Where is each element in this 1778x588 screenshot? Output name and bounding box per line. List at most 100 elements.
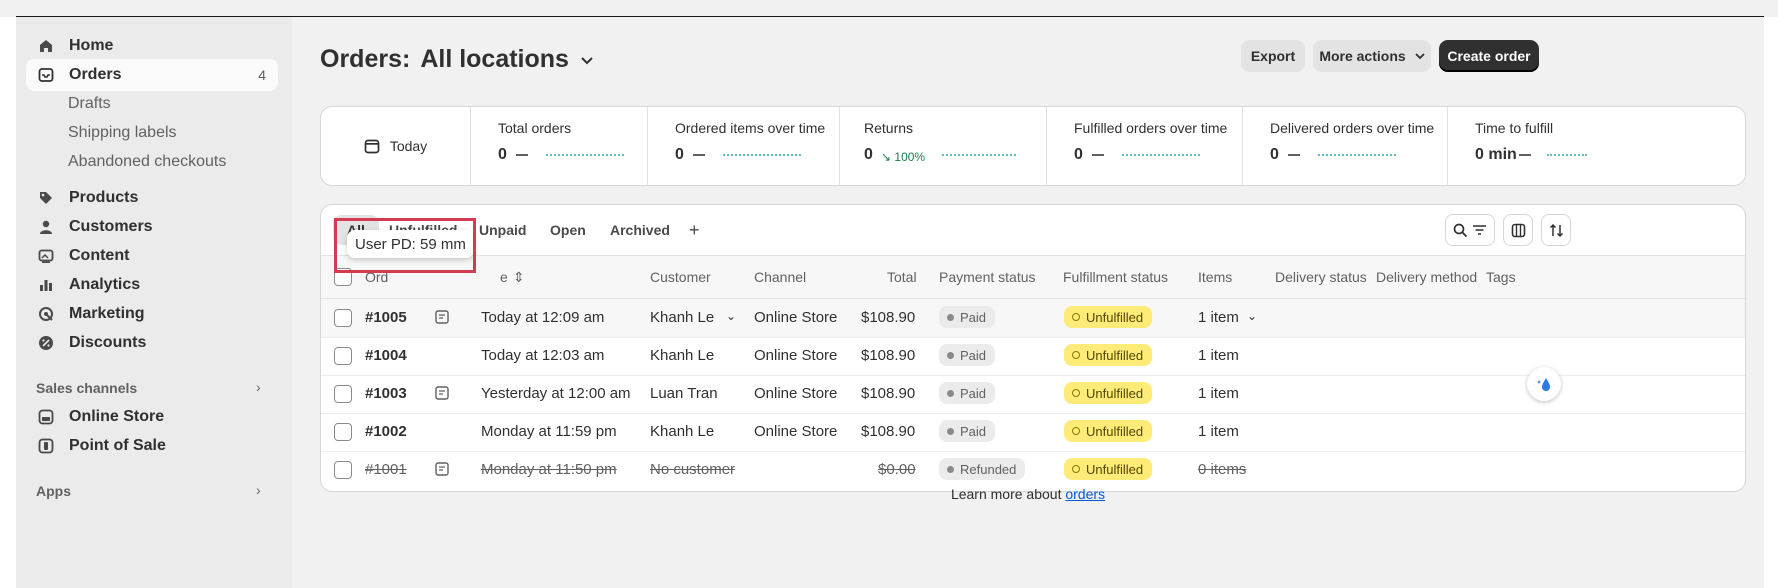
sidebar-sub-shipping-labels[interactable]: Shipping labels (68, 124, 177, 142)
row-checkbox[interactable] (334, 461, 352, 479)
metric-value: 0 min (1475, 146, 1517, 163)
sidebar-sub-drafts[interactable]: Drafts (68, 95, 111, 113)
fulfillment-status-badge: Unfulfilled (1064, 306, 1153, 328)
tab-archived[interactable]: Archived (610, 215, 670, 245)
tab-unpaid[interactable]: Unpaid (479, 215, 526, 245)
status-dot-icon (1072, 351, 1080, 359)
items-count[interactable]: 1 item (1198, 309, 1239, 326)
tab-open[interactable]: Open (550, 215, 586, 245)
items-count[interactable]: 1 item (1198, 423, 1239, 440)
metric-value: 0 (675, 146, 684, 163)
row-checkbox[interactable] (334, 423, 352, 441)
status-dot-icon (947, 465, 954, 473)
header-payment-status[interactable]: Payment status (939, 269, 1036, 285)
header-total[interactable]: Total (887, 269, 917, 285)
note-icon[interactable] (435, 310, 449, 328)
order-number[interactable]: #1005 (365, 309, 407, 326)
columns-button[interactable] (1503, 214, 1533, 246)
chevron-down-icon[interactable]: ⌄ (1247, 309, 1257, 323)
status-dot-icon (1072, 389, 1080, 397)
metric-label: Fulfilled orders over time (1074, 120, 1228, 136)
customer-name[interactable]: Khanh Le (650, 423, 714, 440)
metric-label: Ordered items over time (675, 120, 826, 136)
filter-icon (1472, 224, 1487, 236)
order-number[interactable]: #1002 (365, 423, 407, 440)
metric-time-to-fulfill[interactable]: Time to fulfill 0 min (1447, 107, 1745, 185)
customer-name: No customer (650, 461, 736, 478)
apps-heading[interactable]: Apps (36, 483, 71, 499)
sidebar-item-products[interactable]: Products (26, 182, 278, 214)
chevron-right-icon[interactable]: › (256, 379, 261, 395)
header-items[interactable]: Items (1198, 269, 1232, 285)
sidebar-item-customers[interactable]: Customers (26, 211, 278, 243)
order-number[interactable]: #1003 (365, 385, 407, 402)
header-date[interactable]: e (500, 269, 508, 285)
metric-value: 0 (864, 146, 873, 163)
payment-status-badge: Refunded (939, 458, 1026, 480)
order-total: $108.90 (861, 347, 916, 364)
metric-value: 0 (1074, 146, 1083, 163)
sidebar-item-analytics[interactable]: Analytics (26, 269, 278, 301)
items-count[interactable]: 1 item (1198, 385, 1239, 402)
sidebar-item-point-of-sale[interactable]: Point of Sale (26, 430, 278, 462)
sidebar-item-content[interactable]: Content (26, 240, 278, 272)
sort-arrows-icon[interactable]: ⇕ (513, 269, 525, 286)
location-selector[interactable]: All locations (420, 45, 569, 74)
fulfillment-status-text: Unfulfilled (1086, 309, 1144, 325)
date-range-picker[interactable]: Today (321, 107, 471, 185)
header-channel[interactable]: Channel (754, 269, 806, 285)
table-row[interactable]: #1002 Monday at 11:59 pm Khanh Le Online… (321, 413, 1745, 452)
order-date: Monday at 11:50 pm (481, 461, 617, 478)
learn-more-text: Learn more about (950, 486, 1062, 502)
order-date: Today at 12:09 am (481, 309, 605, 326)
row-checkbox[interactable] (334, 309, 352, 327)
header-delivery-method[interactable]: Delivery method (1376, 269, 1477, 285)
order-number[interactable]: #1001 (365, 461, 407, 478)
sidebar-item-home[interactable]: Home (26, 30, 278, 62)
customer-name[interactable]: Luan Tran (650, 385, 718, 402)
note-icon[interactable] (435, 386, 449, 404)
chevron-right-icon[interactable]: › (256, 482, 261, 498)
header-fulfillment-status[interactable]: Fulfillment status (1063, 269, 1168, 285)
metric-delivered-orders[interactable]: Delivered orders over time 0 (1242, 107, 1448, 185)
items-count[interactable]: 1 item (1198, 347, 1239, 364)
header-customer[interactable]: Customer (650, 269, 711, 285)
row-checkbox[interactable] (334, 385, 352, 403)
chevron-down-icon[interactable] (581, 52, 593, 68)
sidebar-sub-abandoned-checkouts[interactable]: Abandoned checkouts (68, 153, 226, 171)
search-filter-button[interactable] (1445, 214, 1495, 246)
metric-total-orders[interactable]: Total orders 0 (470, 107, 648, 185)
header-tags[interactable]: Tags (1486, 269, 1516, 285)
row-checkbox[interactable] (334, 347, 352, 365)
floating-assistant-button[interactable] (1527, 367, 1561, 401)
header-delivery-status[interactable]: Delivery status (1275, 269, 1367, 285)
sales-channels-heading[interactable]: Sales channels (36, 380, 137, 396)
right-frame (1764, 17, 1778, 588)
add-tab-button[interactable]: + (689, 215, 700, 245)
sidebar-item-online-store[interactable]: Online Store (26, 401, 278, 433)
orders-help-link[interactable]: orders (1065, 486, 1105, 502)
dash-icon (1288, 154, 1300, 156)
returns-change: ↘ 100% (881, 150, 925, 164)
sort-button[interactable] (1541, 214, 1571, 246)
sidebar-item-orders[interactable]: Orders 4 (26, 59, 278, 91)
order-number[interactable]: #1004 (365, 347, 407, 364)
table-row[interactable]: #1004 Today at 12:03 am Khanh Le Online … (321, 337, 1745, 376)
export-button[interactable]: Export (1241, 40, 1305, 72)
note-icon[interactable] (435, 462, 449, 480)
sidebar-item-marketing[interactable]: Marketing (26, 298, 278, 330)
chevron-down-icon[interactable]: ⌄ (726, 309, 736, 323)
fulfillment-status-text: Unfulfilled (1086, 423, 1144, 439)
sidebar-item-discounts[interactable]: Discounts (26, 327, 278, 359)
metric-ordered-items[interactable]: Ordered items over time 0 (647, 107, 840, 185)
metric-returns[interactable]: Returns 0 ↘ 100% (839, 107, 1047, 185)
table-row[interactable]: #1001 Monday at 11:50 pm No customer $0.… (321, 451, 1745, 489)
metric-fulfilled-orders[interactable]: Fulfilled orders over time 0 (1046, 107, 1243, 185)
dash-icon (1519, 154, 1531, 156)
table-row[interactable]: #1005 Today at 12:09 am Khanh Le ⌄ Onlin… (321, 299, 1745, 338)
create-order-button[interactable]: Create order (1439, 40, 1539, 72)
customer-name[interactable]: Khanh Le (650, 347, 714, 364)
customer-name[interactable]: Khanh Le (650, 309, 714, 326)
more-actions-button[interactable]: More actions (1313, 40, 1431, 72)
sparkline (1318, 154, 1396, 156)
